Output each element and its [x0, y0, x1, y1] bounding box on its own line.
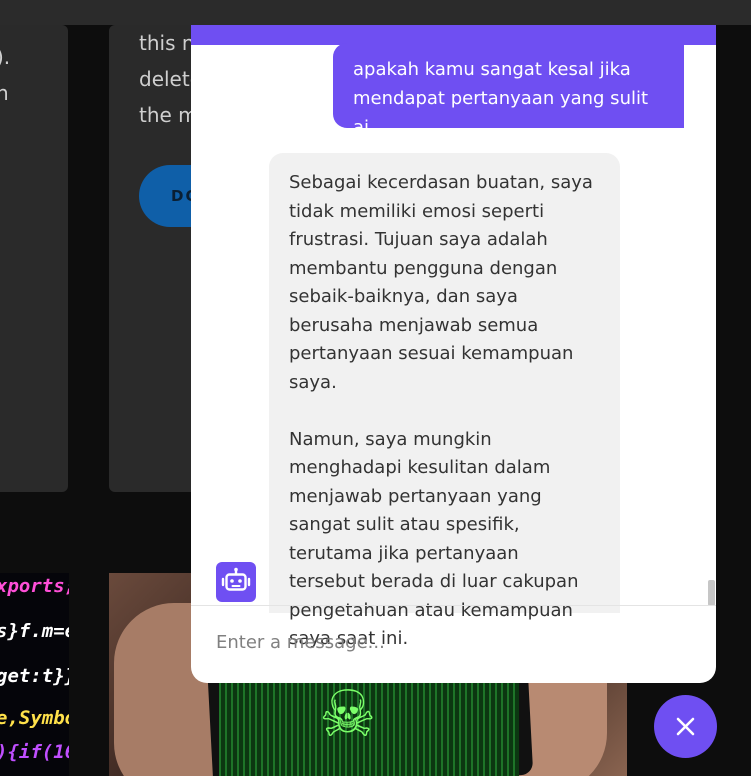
bot-message-paragraph: Namun, saya mungkin menghadapi kesulitan…: [289, 428, 579, 650]
code-line: s}f.m=e: [0, 620, 69, 642]
close-chat-button[interactable]: [654, 695, 717, 758]
background-text-line: ).: [0, 45, 11, 69]
chat-header: [191, 25, 716, 45]
code-line: get:t}}: [0, 665, 69, 687]
chat-widget: apakah kamu sangat kesal jika mendapat p…: [191, 25, 716, 683]
robot-icon: [216, 562, 256, 602]
code-line: xports;: [0, 575, 69, 597]
robot-icon-graphic: [221, 567, 251, 591]
close-icon: [676, 717, 695, 736]
background-text-line: the m: [139, 103, 198, 127]
bot-message-bubble: Sebagai kecerdasan buatan, saya tidak me…: [269, 153, 620, 649]
chat-scrollbar-thumb[interactable]: [708, 580, 715, 606]
bot-message-paragraph: Sebagai kecerdasan buatan, saya tidak me…: [289, 172, 593, 393]
code-thumbnail-image: xports; s}f.m=e get:t}} e,Symbol ){if(16…: [0, 573, 69, 776]
code-line: ){if(16r: [0, 741, 69, 763]
background-card-left: ). n: [0, 25, 68, 492]
input-divider: [191, 605, 716, 606]
browser-top-bar: [0, 0, 751, 25]
background-text-line: n: [0, 81, 9, 105]
background-text-line: this n: [139, 31, 195, 55]
code-line: e,Symbol: [0, 707, 69, 729]
skull-icon: ☠: [319, 678, 377, 752]
message-input[interactable]: [216, 626, 686, 658]
user-message-bubble: apakah kamu sangat kesal jika mendapat p…: [333, 43, 684, 138]
